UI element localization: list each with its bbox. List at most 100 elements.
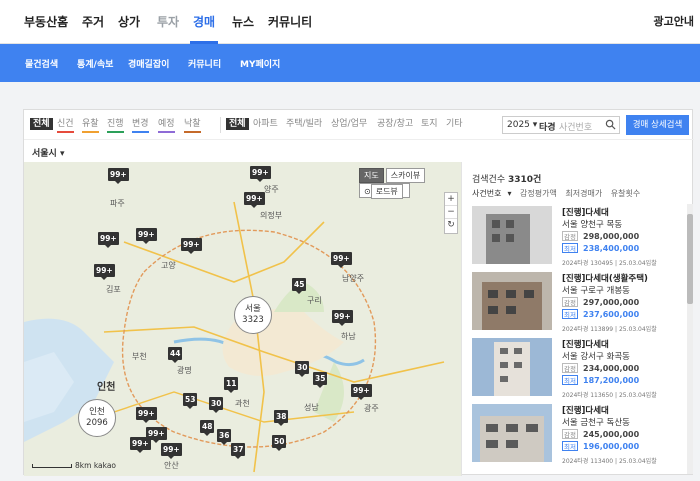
map-label-bucheon: 부천: [132, 352, 147, 361]
auction-cluster-marker[interactable]: 99+: [98, 232, 119, 248]
map-label-guri: 구리: [307, 296, 322, 305]
auction-cluster-marker[interactable]: 99+: [161, 443, 182, 459]
item-title: [진행]다세대: [562, 208, 609, 218]
subnav-item-community[interactable]: 커뮤니티: [188, 57, 221, 70]
sort-case-number[interactable]: 사건번호 ▾: [472, 189, 511, 198]
auction-cluster-marker[interactable]: 38: [274, 410, 289, 426]
map-label-namyangju: 남양주: [342, 274, 365, 283]
auction-cluster-marker[interactable]: 36: [217, 429, 232, 445]
auction-cluster-marker[interactable]: 99+: [146, 427, 167, 443]
subnav-item-search[interactable]: 물건검색: [25, 57, 58, 70]
sub-nav: 물건검색 통계/속보 경매길잡이 커뮤니티 MY페이지: [0, 44, 700, 82]
auction-cluster-marker[interactable]: 99+: [136, 228, 157, 244]
nav-item-community[interactable]: 커뮤니티: [268, 13, 312, 30]
auction-cluster-marker[interactable]: 11: [224, 377, 239, 393]
sort-options: 사건번호 ▾ 감정평가액 최저경매가 유찰횟수: [472, 188, 646, 199]
appraisal-row: 감정 298,000,000: [562, 231, 639, 241]
zoom-in-button[interactable]: +: [445, 193, 457, 206]
nav-item-investment[interactable]: 투자: [157, 13, 179, 30]
auction-cluster-marker[interactable]: 99+: [108, 168, 129, 184]
auction-cluster-marker[interactable]: 99+: [250, 166, 271, 182]
appraisal-row: 감정 297,000,000: [562, 297, 639, 307]
auction-cluster-marker[interactable]: 45: [292, 278, 307, 294]
type-filter-commercial[interactable]: 상업/업무: [331, 118, 367, 130]
auction-cluster-marker[interactable]: 99+: [332, 310, 353, 326]
map-label-gwacheon: 과천: [235, 399, 250, 408]
roadview-button[interactable]: ⊙ 로드뷰: [359, 183, 410, 199]
nav-item-housing[interactable]: 주거: [82, 13, 104, 30]
case-number-input[interactable]: 사건번호: [559, 120, 592, 133]
status-filter-ongoing[interactable]: 진행: [107, 118, 124, 133]
detail-search-button[interactable]: 경매 상세검색: [626, 115, 689, 135]
auction-cluster-marker[interactable]: 30: [209, 397, 224, 413]
auction-cluster-marker[interactable]: 50: [272, 435, 287, 451]
skyview-button[interactable]: 스카이뷰: [385, 168, 426, 183]
zoom-out-button[interactable]: −: [445, 206, 457, 219]
item-title: [진행]다세대(생활주택): [562, 274, 648, 284]
nav-item-auction[interactable]: 경매: [193, 13, 215, 30]
type-filter-factory[interactable]: 공장/창고: [377, 118, 413, 130]
auction-cluster-marker[interactable]: 99+: [244, 192, 265, 208]
search-icon[interactable]: [605, 119, 616, 130]
sort-minimum[interactable]: 최저경매가: [565, 189, 602, 198]
subnav-item-guide[interactable]: 경매길잡이: [128, 57, 169, 70]
type-filter-apartment[interactable]: 아파트: [253, 118, 278, 130]
list-item[interactable]: [진행]다세대 서울 양천구 목동 감정 298,000,000 최저 238,40…: [472, 202, 682, 267]
auction-cluster-marker[interactable]: 37: [231, 443, 246, 459]
nav-item-realestate-home[interactable]: 부동산홈: [24, 13, 68, 30]
auction-cluster-marker[interactable]: 99+: [181, 238, 202, 254]
minimum-tag: 최저: [562, 441, 578, 451]
auction-cluster-marker[interactable]: 30: [295, 361, 310, 377]
item-address: 서울 양천구 목동: [562, 220, 623, 230]
subnav-item-mypage[interactable]: MY페이지: [240, 57, 280, 70]
status-filter-sold[interactable]: 낙찰: [184, 118, 201, 133]
status-filter-failed[interactable]: 유찰: [82, 118, 99, 133]
auction-cluster-marker[interactable]: 99+: [331, 252, 352, 268]
list-item[interactable]: [진행]다세대(생활주택) 서울 구로구 개봉동 감정 297,000,000 최…: [472, 268, 682, 333]
nav-item-commercial[interactable]: 상가: [118, 13, 140, 30]
cluster-circle-seoul[interactable]: 서울 3323: [234, 296, 272, 334]
list-scrollbar[interactable]: [687, 204, 693, 474]
appraisal-row: 감정 245,000,000: [562, 429, 639, 439]
scrollbar-thumb[interactable]: [687, 214, 693, 304]
region-select[interactable]: 서울시 ▾: [32, 146, 65, 159]
list-item[interactable]: [진행]다세대 서울 강서구 화곡동 감정 234,000,000 최저 187,2…: [472, 334, 682, 399]
top-nav: 부동산홈 주거 상가 투자 경매 뉴스 커뮤니티 광고안내: [0, 0, 700, 44]
status-filter-all[interactable]: 전체: [30, 118, 53, 130]
sort-failures[interactable]: 유찰횟수: [611, 189, 640, 198]
auction-cluster-marker[interactable]: 35: [313, 372, 328, 388]
year-select[interactable]: 2025 ▾: [507, 120, 537, 130]
appraisal-tag: 감정: [562, 231, 578, 241]
sort-appraisal[interactable]: 감정평가액: [520, 189, 557, 198]
auction-cluster-marker[interactable]: 53: [183, 393, 198, 409]
subnav-item-stats[interactable]: 통계/속보: [77, 57, 113, 70]
appraisal-value: 234,000,000: [583, 364, 640, 373]
ad-info-link[interactable]: 광고안내: [654, 13, 694, 29]
type-filter-villa[interactable]: 주택/빌라: [286, 118, 322, 130]
auction-cluster-marker[interactable]: 48: [200, 420, 215, 436]
auction-cluster-marker[interactable]: 99+: [351, 384, 372, 400]
cluster-circle-incheon[interactable]: 인천 2096: [78, 399, 116, 437]
property-photo: [472, 272, 552, 330]
status-filter-new[interactable]: 신건: [57, 118, 74, 133]
map-view-button[interactable]: 지도: [359, 168, 384, 183]
refresh-icon[interactable]: ↻: [445, 219, 457, 232]
type-filter-land[interactable]: 토지: [421, 118, 438, 130]
minimum-value: 196,000,000: [583, 442, 640, 451]
type-filter-etc[interactable]: 기타: [446, 118, 463, 130]
auction-cluster-marker[interactable]: 99+: [94, 264, 115, 280]
status-filter-changed[interactable]: 변경: [132, 118, 149, 133]
auction-map[interactable]: 지도 스카이뷰⊙ 로드뷰 + − ↻ 파주 양주 의정부 고양 남양주 구리 김포 …: [24, 162, 461, 476]
map-view-toggle: 지도 스카이뷰⊙ 로드뷰: [359, 168, 461, 199]
status-filter-scheduled[interactable]: 예정: [158, 118, 175, 133]
appraisal-tag: 감정: [562, 297, 578, 307]
list-item[interactable]: [진행]다세대 서울 금천구 독산동 감정 245,000,000 최저 196,0…: [472, 400, 682, 465]
item-meta: 2024타경 113650 | 25.03.04입찰: [562, 392, 657, 399]
map-label-yangju: 양주: [264, 185, 279, 194]
court-type-label: 타경: [539, 123, 556, 133]
nav-item-news[interactable]: 뉴스: [232, 13, 254, 30]
item-meta: 2024타경 113400 | 25.03.04입찰: [562, 458, 657, 465]
auction-cluster-marker[interactable]: 99+: [136, 407, 157, 423]
auction-cluster-marker[interactable]: 44: [168, 347, 183, 363]
type-filter-all[interactable]: 전체: [226, 118, 249, 130]
